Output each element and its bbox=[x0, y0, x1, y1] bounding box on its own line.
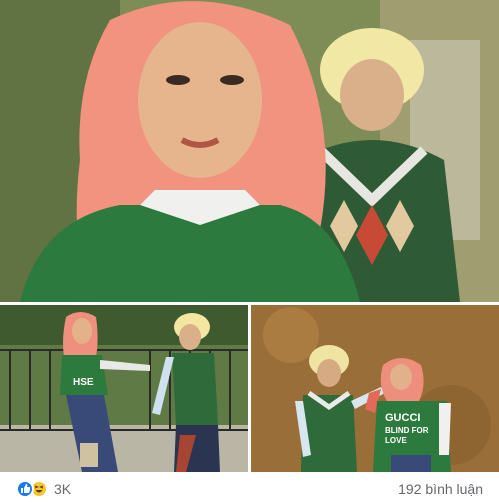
right-photo-shirt-line-3: LOVE bbox=[385, 436, 407, 445]
right-photo[interactable]: GUCCI BLIND FOR LOVE bbox=[251, 305, 499, 472]
left-photo-illustration: HSE bbox=[0, 305, 248, 472]
right-photo-shirt-line-2: BLIND FOR bbox=[385, 426, 429, 435]
main-photo-illustration bbox=[0, 0, 499, 302]
reaction-icons[interactable] bbox=[16, 480, 48, 498]
left-photo[interactable]: HSE bbox=[0, 305, 248, 472]
comment-count-link[interactable]: 192 bình luận bbox=[398, 481, 483, 497]
reaction-count[interactable]: 3K bbox=[54, 481, 71, 497]
main-photo[interactable] bbox=[0, 0, 499, 302]
right-photo-illustration: GUCCI BLIND FOR LOVE bbox=[251, 305, 499, 472]
left-photo-shirt-text: HSE bbox=[73, 377, 94, 388]
like-icon bbox=[16, 480, 34, 498]
right-photo-shirt-line-1: GUCCI bbox=[385, 412, 420, 424]
reaction-bar: 3K 192 bình luận bbox=[0, 474, 499, 504]
